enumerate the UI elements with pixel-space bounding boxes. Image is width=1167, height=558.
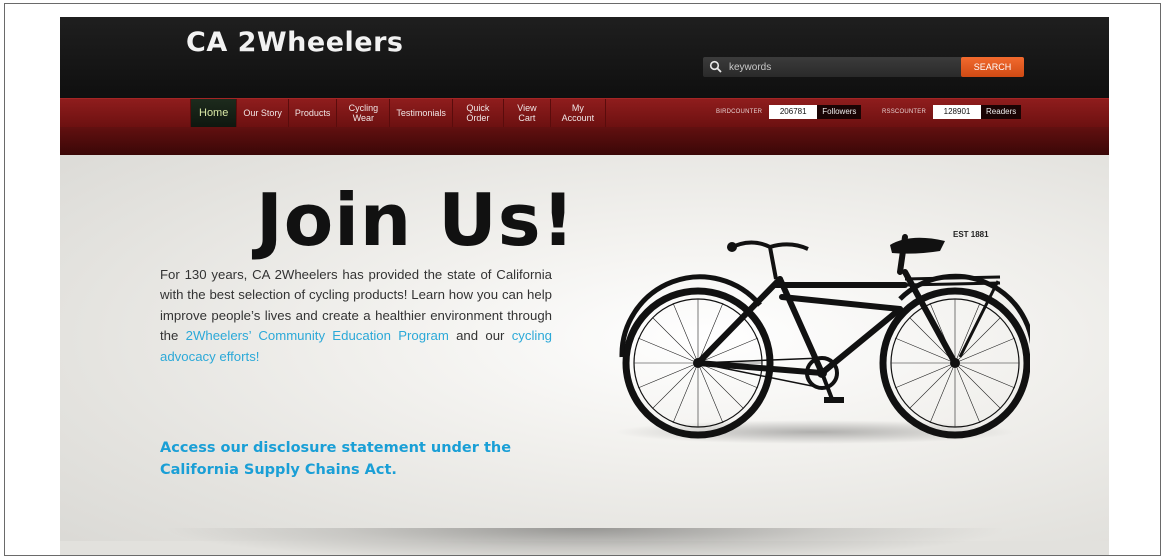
nav-item-home[interactable]: Home xyxy=(190,99,238,127)
bird-counter-value: 206781 xyxy=(769,105,818,119)
rss-counter-value: 128901 xyxy=(933,105,982,119)
nav-item-products[interactable]: Products xyxy=(289,99,338,127)
bird-counter-label: BIRDCOUNTER xyxy=(716,109,763,115)
bird-counter: BIRDCOUNTER 206781 Followers xyxy=(716,105,862,119)
browser-frame: CA 2Wheelers SEARCH Home Our Story Produ… xyxy=(4,3,1161,556)
search-input[interactable] xyxy=(729,59,954,75)
nav-item-testimonials[interactable]: Testimonials xyxy=(390,99,453,127)
hero-title: Join Us! xyxy=(256,178,576,262)
disclosure-link[interactable]: Access our disclosure statement under th… xyxy=(160,437,560,481)
bird-counter-tag[interactable]: Followers xyxy=(817,105,862,119)
hero-banner: Join Us! For 130 years, CA 2Wheelers has… xyxy=(60,155,1109,555)
search-button[interactable]: SEARCH xyxy=(961,57,1024,77)
site-container: CA 2Wheelers SEARCH Home Our Story Produ… xyxy=(60,17,1109,555)
hero-shadow xyxy=(160,528,1010,555)
nav-item-quick-order[interactable]: Quick Order xyxy=(453,99,504,127)
hero-text-2: and our xyxy=(448,328,512,344)
rss-counter-label: RSSCOUNTER xyxy=(882,109,927,115)
rss-counter: RSSCOUNTER 128901 Readers xyxy=(882,105,1022,119)
nav-item-view-cart[interactable]: View Cart xyxy=(504,99,551,127)
nav-shadow-band xyxy=(60,127,1109,155)
rss-counter-tag[interactable]: Readers xyxy=(981,105,1022,119)
bicycle-image xyxy=(615,234,1030,444)
nav-item-my-account[interactable]: My Account xyxy=(551,99,606,127)
nav-item-cycling-wear[interactable]: Cycling Wear xyxy=(337,99,391,127)
search-box[interactable] xyxy=(703,57,977,77)
main-nav: Home Our Story Products Cycling Wear Tes… xyxy=(190,99,606,127)
search-icon xyxy=(709,60,722,73)
header-bar: CA 2Wheelers SEARCH xyxy=(60,17,1109,98)
community-education-link[interactable]: 2Wheelers’ Community Education Program xyxy=(186,328,449,343)
nav-item-our-story[interactable]: Our Story xyxy=(237,99,289,127)
hero-paragraph: For 130 years, CA 2Wheelers has provided… xyxy=(160,265,552,367)
site-logo[interactable]: CA 2Wheelers xyxy=(186,27,403,58)
